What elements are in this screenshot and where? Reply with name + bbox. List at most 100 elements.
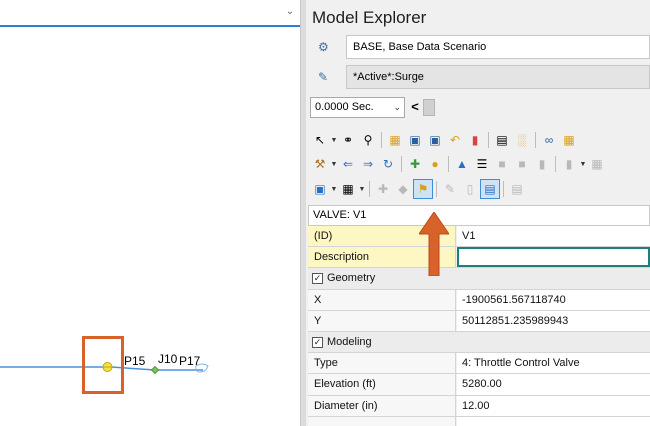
- base-scenario-row[interactable]: ⚙ BASE, Base Data Scenario: [306, 34, 650, 60]
- toolbar-separator: [535, 132, 536, 148]
- base-scenario-field[interactable]: BASE, Base Data Scenario: [346, 35, 650, 59]
- arrow-left-icon[interactable]: ⇐: [338, 154, 358, 174]
- property-value[interactable]: V1: [457, 226, 650, 247]
- category-header: ✓ Geometry: [308, 268, 650, 289]
- valve-highlight-box: [82, 336, 124, 394]
- toolbar-separator: [488, 132, 489, 148]
- property-value[interactable]: 4: Throttle Control Valve: [457, 353, 650, 374]
- copy-icon[interactable]: ▯: [460, 179, 480, 199]
- person-icon[interactable]: ●: [425, 154, 445, 174]
- split-icon[interactable]: ■: [512, 154, 532, 174]
- toolbar-separator: [369, 181, 370, 197]
- active-scenario-field[interactable]: *Active*:Surge: [346, 65, 650, 89]
- explorer-toolbar-3: ▣ ▼ ▦ ▼ ✚ ◆ ⚑ ✎ ▯ ▤ ▤: [310, 178, 650, 200]
- pipe-icon[interactable]: ▮: [532, 154, 552, 174]
- property-value[interactable]: 5280.00: [457, 374, 650, 395]
- lock-icon[interactable]: ▤: [507, 179, 527, 199]
- chevron-down-icon[interactable]: ▼: [330, 137, 338, 144]
- property-value[interactable]: 12.00: [457, 395, 650, 416]
- checkbox-icon[interactable]: ✓: [312, 272, 323, 284]
- add-link-icon[interactable]: ◆: [393, 179, 413, 199]
- property-name: Diameter (in): [308, 395, 456, 416]
- faucet-icon[interactable]: ▲: [452, 154, 472, 174]
- folder-tree-icon[interactable]: ▦: [559, 130, 579, 150]
- binoculars-icon[interactable]: ⚭: [338, 130, 358, 150]
- undo-icon[interactable]: ↶: [445, 130, 465, 150]
- zoom-icon[interactable]: ⚲: [358, 130, 378, 150]
- toolbar-separator: [401, 156, 402, 172]
- filter-list-icon[interactable]: ☰: [472, 154, 492, 174]
- property-row-description[interactable]: Description: [308, 247, 650, 269]
- junction-icon[interactable]: [150, 365, 160, 375]
- pipe-label-p15: P15: [124, 354, 146, 368]
- property-name: Type: [308, 353, 456, 374]
- property-value: [457, 416, 650, 426]
- options-icon[interactable]: ▦: [587, 154, 607, 174]
- select-pointer-icon[interactable]: ↖: [310, 130, 330, 150]
- time-step-select[interactable]: 0.0000 Sec. ⌄: [310, 97, 405, 118]
- hammer-icon[interactable]: ⚒: [310, 154, 330, 174]
- category-row-modeling[interactable]: ✓ Modeling: [308, 331, 650, 354]
- property-row-type[interactable]: Type 4: Throttle Control Valve: [308, 353, 650, 375]
- folder-open-icon[interactable]: ▦: [385, 130, 405, 150]
- id-add-icon[interactable]: ✚: [405, 154, 425, 174]
- property-row-x[interactable]: X -1900561.567118740: [308, 289, 650, 311]
- category-label: Modeling: [327, 336, 372, 349]
- category-row-geometry[interactable]: ✓ Geometry: [308, 268, 650, 290]
- property-name: [308, 416, 456, 426]
- pipe-label-p17: P17: [179, 354, 201, 368]
- property-value[interactable]: -1900561.567118740: [457, 289, 650, 310]
- chevron-down-icon[interactable]: ▼: [330, 186, 338, 193]
- property-name: X: [308, 289, 456, 310]
- graph-icon[interactable]: ░: [512, 130, 532, 150]
- history-icon[interactable]: ↻: [378, 154, 398, 174]
- move-icon[interactable]: ■: [492, 154, 512, 174]
- chevron-down-icon[interactable]: ▼: [579, 161, 587, 168]
- property-row-elevation[interactable]: Elevation (ft) 5280.00: [308, 374, 650, 396]
- active-scenario-row[interactable]: ✎ *Active*:Surge: [306, 64, 650, 90]
- view-icon[interactable]: ▣: [310, 179, 330, 199]
- junction-label-j10: J10: [158, 352, 178, 366]
- category-label: Geometry: [327, 272, 376, 285]
- toolbar-separator: [436, 181, 437, 197]
- property-row-diameter[interactable]: Diameter (in) 12.00: [308, 395, 650, 417]
- time-slider-thumb[interactable]: [423, 99, 435, 116]
- category-header: ✓ Modeling: [308, 331, 650, 353]
- flag-table-icon[interactable]: ▤: [480, 179, 500, 199]
- save-icon[interactable]: ▣: [425, 130, 445, 150]
- property-row-id[interactable]: (ID) V1: [308, 226, 650, 248]
- add-node-icon[interactable]: ✚: [373, 179, 393, 199]
- explorer-toolbar-2: ⚒ ▼ ⇐ ⇒ ↻ ✚ ● ▲ ☰ ■ ■ ▮ ▮ ▼ ▦: [310, 153, 650, 175]
- report-icon[interactable]: ▤: [492, 130, 512, 150]
- eraser-icon[interactable]: ▮: [465, 130, 485, 150]
- link-icon[interactable]: ∞: [539, 130, 559, 150]
- flag-element-icon[interactable]: ⚑: [413, 179, 433, 199]
- description-input[interactable]: [457, 247, 650, 268]
- time-step-value: 0.0000 Sec.: [315, 101, 374, 113]
- edit-icon[interactable]: ✎: [440, 179, 460, 199]
- save-as-icon[interactable]: ▣: [405, 130, 425, 150]
- property-value[interactable]: 50112851.235989943: [457, 310, 650, 331]
- network-drawing: [0, 362, 209, 375]
- application-window: ⌄ P15 J10 P17 Model Explorer ⚙ BASE, Bas…: [0, 0, 650, 426]
- toolbar-separator: [448, 156, 449, 172]
- property-name: Y: [308, 310, 456, 331]
- property-row-y[interactable]: Y 50112851.235989943: [308, 310, 650, 332]
- table-icon[interactable]: ▦: [338, 179, 358, 199]
- property-grid-header: VALVE: V1: [308, 205, 650, 226]
- drawing-canvas[interactable]: ⌄ P15 J10 P17: [0, 0, 300, 426]
- checkbox-icon[interactable]: ✓: [312, 336, 323, 348]
- chevron-down-icon[interactable]: ▼: [330, 161, 338, 168]
- toolbar-separator: [555, 156, 556, 172]
- scenario-icon: ⚙: [318, 40, 329, 54]
- toolbar-separator: [381, 132, 382, 148]
- time-prev-button[interactable]: <: [408, 97, 422, 118]
- chevron-down-icon[interactable]: ▼: [358, 186, 366, 193]
- annotation-arrow-icon: [419, 212, 449, 276]
- toolbar-separator: [503, 181, 504, 197]
- scenario-active-icon: ✎: [318, 70, 329, 84]
- panel-title: Model Explorer: [312, 8, 427, 27]
- arrow-right-icon[interactable]: ⇒: [358, 154, 378, 174]
- column-icon[interactable]: ▮: [559, 154, 579, 174]
- chevron-down-icon: ⌄: [393, 102, 401, 112]
